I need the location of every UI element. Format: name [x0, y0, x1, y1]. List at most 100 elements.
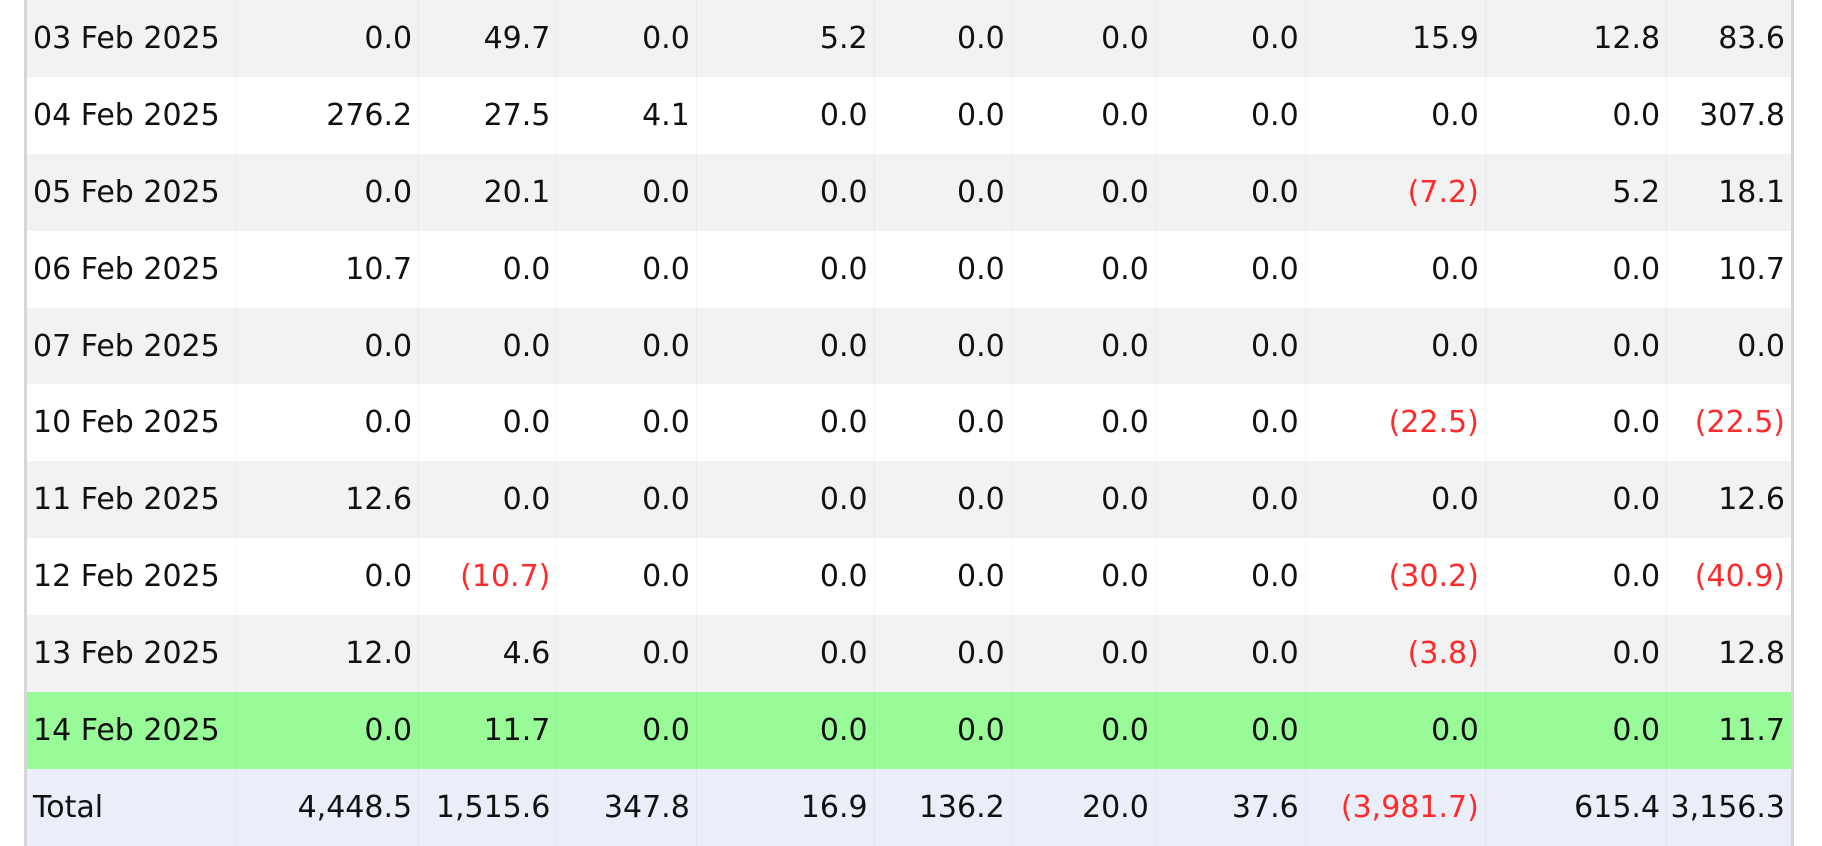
value-cell: 11.7 [1718, 712, 1785, 748]
value-cell: 276.2 [236, 77, 418, 154]
value-cell: 0.0 [1485, 538, 1666, 615]
table-row[interactable]: 07 Feb 2025 0.0 0.0 0.0 0.0 0.0 0.0 0.0 0.0 0.0 0.… [27, 307, 1791, 385]
table-row[interactable]: 14 Feb 2025 0.0 11.7 0.0 0.0 0.0 0.0 0.0 0.0 0.0 1… [27, 692, 1791, 769]
value-cell: (22.5) [1694, 405, 1785, 441]
date-cell: 11 Feb 2025 [27, 461, 236, 538]
value-cell: 347.8 [557, 769, 696, 846]
date-cell: 14 Feb 2025 [27, 692, 236, 769]
date-cell: 06 Feb 2025 [27, 231, 236, 308]
value-cell: 0.0 [696, 461, 874, 538]
value-cell: 307.8 [1699, 97, 1785, 133]
value-cell: 0.0 [557, 0, 696, 77]
value-cell: 12.0 [236, 615, 418, 692]
table-row[interactable]: 13 Feb 2025 12.0 4.6 0.0 0.0 0.0 0.0 0.0 (3.8) 0.… [27, 615, 1791, 693]
value-cell: 0.0 [1011, 538, 1155, 615]
value-cell: 0.0 [236, 0, 418, 77]
value-cell: 5.2 [696, 0, 874, 77]
value-cell: 0.0 [696, 154, 874, 231]
value-cell: 0.0 [874, 384, 1011, 461]
value-cell: 10.7 [1718, 251, 1785, 287]
value-cell: 0.0 [1011, 692, 1155, 769]
value-cell: (30.2) [1305, 538, 1485, 615]
value-cell: 0.0 [1011, 615, 1155, 692]
value-cell: 0.0 [236, 384, 418, 461]
date-cell: 12 Feb 2025 [27, 538, 236, 615]
value-cell: 0.0 [1305, 692, 1485, 769]
value-cell: 11.7 [419, 692, 557, 769]
value-cell: 0.0 [557, 384, 696, 461]
value-cell: 5.2 [1485, 154, 1666, 231]
value-cell: 0.0 [874, 231, 1011, 308]
value-cell: 0.0 [874, 615, 1011, 692]
date-cell: 10 Feb 2025 [27, 384, 236, 461]
value-cell: (3.8) [1305, 615, 1485, 692]
value-cell: 20.1 [419, 154, 557, 231]
value-cell: 0.0 [1011, 461, 1155, 538]
value-cell: 0.0 [1305, 461, 1485, 538]
total-label: Total [27, 769, 236, 846]
value-cell: 0.0 [1155, 615, 1305, 692]
value-cell: 0.0 [874, 77, 1011, 154]
value-cell: 12.8 [1485, 0, 1666, 77]
table-row[interactable]: 05 Feb 2025 0.0 20.1 0.0 0.0 0.0 0.0 0.0 (7.2) 5.… [27, 153, 1791, 231]
table-row[interactable]: 06 Feb 2025 10.7 0.0 0.0 0.0 0.0 0.0 0.0 0.0 0.0 1… [27, 230, 1791, 308]
value-cell: 12.8 [1718, 636, 1785, 672]
value-cell: 0.0 [1155, 77, 1305, 154]
value-cell: 0.0 [1155, 692, 1305, 769]
date-cell: 13 Feb 2025 [27, 615, 236, 692]
flows-table-container: 03 Feb 2025 0.0 49.7 0.0 5.2 0.0 0.0 0.0 15.9 12.… [24, 0, 1794, 846]
value-cell: 0.0 [236, 308, 418, 385]
table-row[interactable]: 10 Feb 2025 0.0 0.0 0.0 0.0 0.0 0.0 0.0 (22.5) 0.… [27, 384, 1791, 462]
value-cell: 0.0 [1011, 308, 1155, 385]
value-cell: 37.6 [1155, 769, 1305, 846]
date-cell: 05 Feb 2025 [27, 154, 236, 231]
value-cell: 615.4 [1485, 769, 1666, 846]
value-cell: 0.0 [236, 538, 418, 615]
flows-table: 03 Feb 2025 0.0 49.7 0.0 5.2 0.0 0.0 0.0 15.9 12.… [27, 0, 1791, 846]
value-cell: 0.0 [419, 231, 557, 308]
value-cell: 0.0 [1485, 692, 1666, 769]
value-cell: 16.9 [696, 769, 874, 846]
value-cell: 0.0 [1155, 384, 1305, 461]
table-row[interactable]: 03 Feb 2025 0.0 49.7 0.0 5.2 0.0 0.0 0.0 15.9 12.… [27, 0, 1791, 77]
value-cell: 0.0 [1485, 77, 1666, 154]
value-cell: 0.0 [419, 461, 557, 538]
value-cell: 0.0 [557, 692, 696, 769]
value-cell: 0.0 [557, 308, 696, 385]
value-cell: 0.0 [696, 384, 874, 461]
date-cell: 03 Feb 2025 [27, 0, 236, 77]
value-cell: 0.0 [696, 77, 874, 154]
value-cell: 49.7 [419, 0, 557, 77]
value-cell: 0.0 [236, 154, 418, 231]
value-cell: 0.0 [236, 692, 418, 769]
table-row[interactable]: 12 Feb 2025 0.0 (10.7) 0.0 0.0 0.0 0.0 0.0 (30.2… [27, 538, 1791, 616]
value-cell: 0.0 [1485, 461, 1666, 538]
value-cell: 0.0 [557, 154, 696, 231]
value-cell: 0.0 [874, 154, 1011, 231]
value-cell: 10.7 [236, 231, 418, 308]
value-cell: 0.0 [1737, 328, 1785, 364]
value-cell: 0.0 [1305, 77, 1485, 154]
value-cell: 20.0 [1011, 769, 1155, 846]
value-cell: (3,981.7) [1305, 769, 1485, 846]
value-cell: 0.0 [419, 384, 557, 461]
value-cell: 0.0 [557, 615, 696, 692]
value-cell: 0.0 [1011, 0, 1155, 77]
value-cell: 0.0 [1011, 154, 1155, 231]
table-row[interactable]: 11 Feb 2025 12.6 0.0 0.0 0.0 0.0 0.0 0.0 0.0 0.0 1… [27, 461, 1791, 539]
value-cell: 15.9 [1305, 0, 1485, 77]
value-cell: 0.0 [1155, 308, 1305, 385]
value-cell: 0.0 [1485, 231, 1666, 308]
value-cell: 0.0 [874, 0, 1011, 77]
table-row[interactable]: 04 Feb 2025 276.2 27.5 4.1 0.0 0.0 0.0 0.0 0.0 0.… [27, 76, 1791, 154]
value-cell: 18.1 [1718, 174, 1785, 210]
table-body: 03 Feb 2025 0.0 49.7 0.0 5.2 0.0 0.0 0.0 15.9 12.… [27, 0, 1791, 846]
total-row[interactable]: Total 4,448.5 1,515.6 347.8 16.9 136.2 20.0 37.… [27, 768, 1791, 846]
value-cell: 0.0 [874, 461, 1011, 538]
value-cell: 0.0 [1155, 461, 1305, 538]
value-cell: 0.0 [874, 538, 1011, 615]
value-cell: 0.0 [1485, 384, 1666, 461]
value-cell: (40.9) [1694, 559, 1785, 595]
value-cell: 0.0 [696, 538, 874, 615]
value-cell: 0.0 [1485, 308, 1666, 385]
